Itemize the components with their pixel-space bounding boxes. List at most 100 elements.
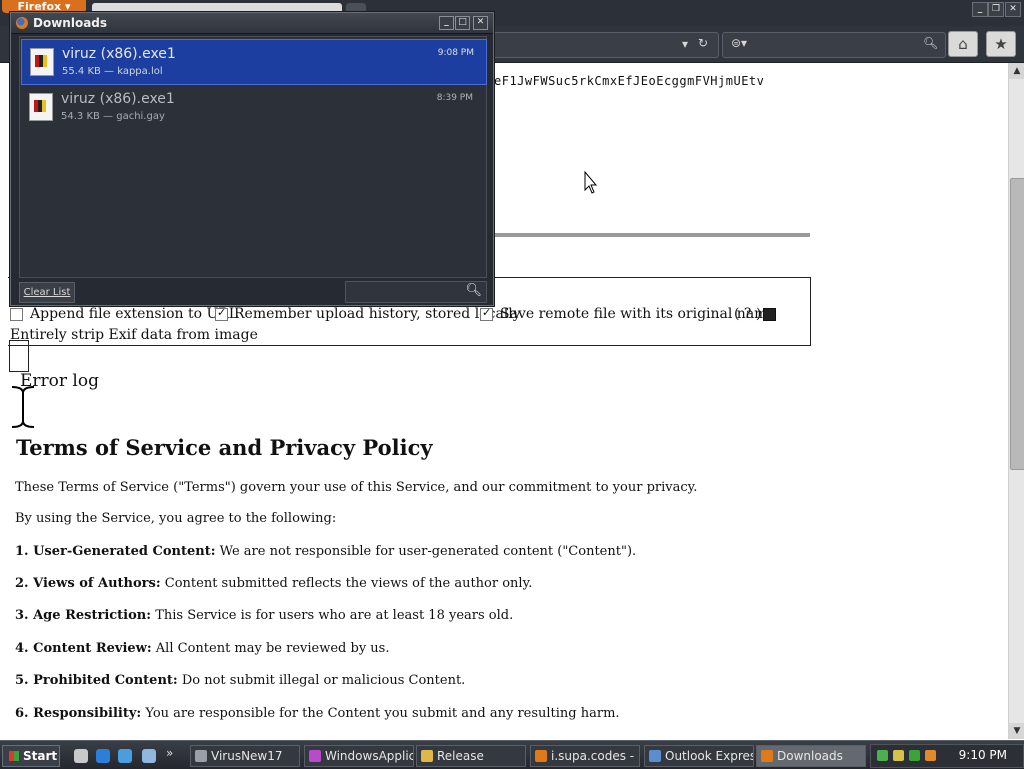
downloads-window: Downloads _ □ ✕ viruz (x86).exe1 55.4 KB… [10,12,494,306]
bookmark-star-icon: ★ [994,35,1008,53]
restore-button[interactable]: ❐ [988,2,1004,17]
strip-exif-label: Entirely strip Exif data from image [10,327,258,343]
search-engine-icon[interactable]: ⊜▾ [731,36,747,50]
dropdown-arrow-icon[interactable]: ▾ [682,37,688,51]
start-button[interactable]: Start [2,745,60,767]
taskbar-item-downloads[interactable]: Downloads [756,745,866,767]
download-time: 8:39 PM [436,93,473,103]
tos-title: Terms of Service and Privacy Policy [16,435,433,460]
download-size-source: 54.3 KB — gachi.gay [61,111,165,122]
firefox-icon [16,17,28,29]
folder-icon [421,750,433,762]
tos-agree: By using the Service, you agree to the f… [15,511,337,526]
taskbar: Start » VirusNew17 WindowsApplic... Rele… [0,740,1024,769]
task-label: WindowsApplic... [325,749,413,763]
downloads-search-input[interactable]: 🔍︎ [345,281,487,303]
tos-item: 5. Prohibited Content: Do not submit ill… [15,673,465,688]
outlook-icon[interactable] [142,749,156,763]
tos-item-label: 3. Age Restriction: [15,608,152,623]
close-button[interactable]: ✕ [473,16,488,30]
tos-item-label: 4. Content Review: [15,641,152,656]
append-ext-label: Append file extension to URL [30,306,239,322]
tray-app-icon[interactable] [893,750,904,761]
home-button[interactable]: ⌂ [948,31,978,57]
url-bar[interactable]: ▾ ↻ [494,32,719,58]
internet-explorer-icon[interactable] [96,749,110,763]
windows-logo-icon [9,751,19,761]
quicklaunch-overflow-icon[interactable]: » [166,746,173,760]
tos-item-text: We are not responsible for user-generate… [219,544,637,559]
show-desktop-icon[interactable] [74,749,88,763]
tos-item: 4. Content Review: All Content may be re… [15,641,389,656]
search-icon[interactable]: 🔍︎ [465,283,482,298]
help-link[interactable]: ( ? ) [734,306,761,322]
executable-file-icon [30,48,54,76]
tos-item: 3. Age Restriction: This Service is for … [15,608,513,623]
tos-item-label: 6. Responsibility: [15,706,142,721]
download-item[interactable]: viruz (x86).exe1 54.3 KB — gachi.gay 8:3… [21,85,485,129]
tos-intro: These Terms of Service ("Terms") govern … [15,480,698,495]
task-label: Downloads [777,749,843,763]
system-tray: 9:10 PM [870,744,1024,768]
tos-item-text: This Service is for users who are at lea… [155,608,514,623]
minimize-button[interactable]: _ [972,2,988,17]
taskbar-clock[interactable]: 9:10 PM [959,748,1007,762]
error-log-toggle[interactable] [9,340,29,372]
upload-hash-text: eF1JwFWSuc5rkCmxEfJEoEcggmFVHjmUEtv [494,74,765,88]
tos-item-text: You are responsible for the Content you … [145,706,620,721]
download-filename: viruz (x86).exe1 [61,91,175,107]
progress-divider [494,233,810,237]
taskbar-item-firefox[interactable]: i.supa.codes - ... [530,745,640,767]
downloads-titlebar[interactable]: Downloads _ □ ✕ [11,13,493,34]
tos-item-label: 1. User-Generated Content: [15,544,216,559]
task-label: VirusNew17 [211,749,283,763]
append-ext-checkbox[interactable] [10,308,23,321]
remember-history-checkbox[interactable] [215,306,228,321]
strip-exif-checkbox[interactable] [763,308,776,321]
save-remote-checkbox[interactable] [480,306,493,321]
taskbar-item-virusnew17[interactable]: VirusNew17 [190,745,300,767]
scroll-up-arrow-icon[interactable]: ▲ [1009,63,1024,79]
clear-list-button[interactable]: Clear List [19,282,75,303]
taskbar-item-release[interactable]: Release [416,745,526,767]
search-bar[interactable]: ⊜▾ 🔍︎ [722,32,946,58]
window-icon [195,750,207,762]
download-size-source: 55.4 KB — kappa.lol [62,66,163,77]
download-time: 9:08 PM [437,48,474,58]
firefox-icon [535,750,547,762]
mouse-pointer-icon [584,171,598,194]
network-icon[interactable] [877,750,888,761]
remember-history-label: Remember upload history, stored locally [234,306,521,322]
tos-item-text: Do not submit illegal or malicious Conte… [181,673,466,688]
home-icon: ⌂ [958,35,968,53]
close-button[interactable]: ✕ [1005,2,1021,17]
tos-item: 2. Views of Authors: Content submitted r… [15,576,532,591]
tos-item: 1. User-Generated Content: We are not re… [15,544,636,559]
taskbar-item-windowsapplication[interactable]: WindowsApplic... [304,745,414,767]
messenger-icon[interactable] [118,749,132,763]
scrollbar-thumb[interactable] [1010,178,1024,470]
tos-item-text: All Content may be reviewed by us. [155,641,390,656]
tray-app-icon[interactable] [909,750,920,761]
executable-file-icon [29,93,53,121]
maximize-button[interactable]: □ [455,16,470,30]
scroll-down-arrow-icon[interactable]: ▼ [1009,723,1024,739]
task-label: i.supa.codes - ... [551,749,640,763]
page-scrollbar[interactable]: ▲ ▼ [1008,63,1024,739]
downloads-list: viruz (x86).exe1 55.4 KB — kappa.lol 9:0… [19,36,487,278]
bookmarks-button[interactable]: ★ [986,31,1016,57]
taskbar-item-outlook-express[interactable]: Outlook Express [644,745,754,767]
firefox-icon [761,750,773,762]
outlook-icon [649,750,661,762]
tray-app-icon[interactable] [925,750,936,761]
text-cursor-icon [11,386,35,428]
reload-icon[interactable]: ↻ [698,36,708,50]
search-icon[interactable]: 🔍︎ [923,36,938,50]
minimize-button[interactable]: _ [439,16,454,30]
tos-item: 6. Responsibility: You are responsible f… [15,706,620,721]
download-item[interactable]: viruz (x86).exe1 55.4 KB — kappa.lol 9:0… [21,39,487,85]
start-label: Start [23,749,58,763]
tos-item-label: 5. Prohibited Content: [15,673,178,688]
downloads-title: Downloads [33,16,108,30]
download-filename: viruz (x86).exe1 [62,46,176,62]
